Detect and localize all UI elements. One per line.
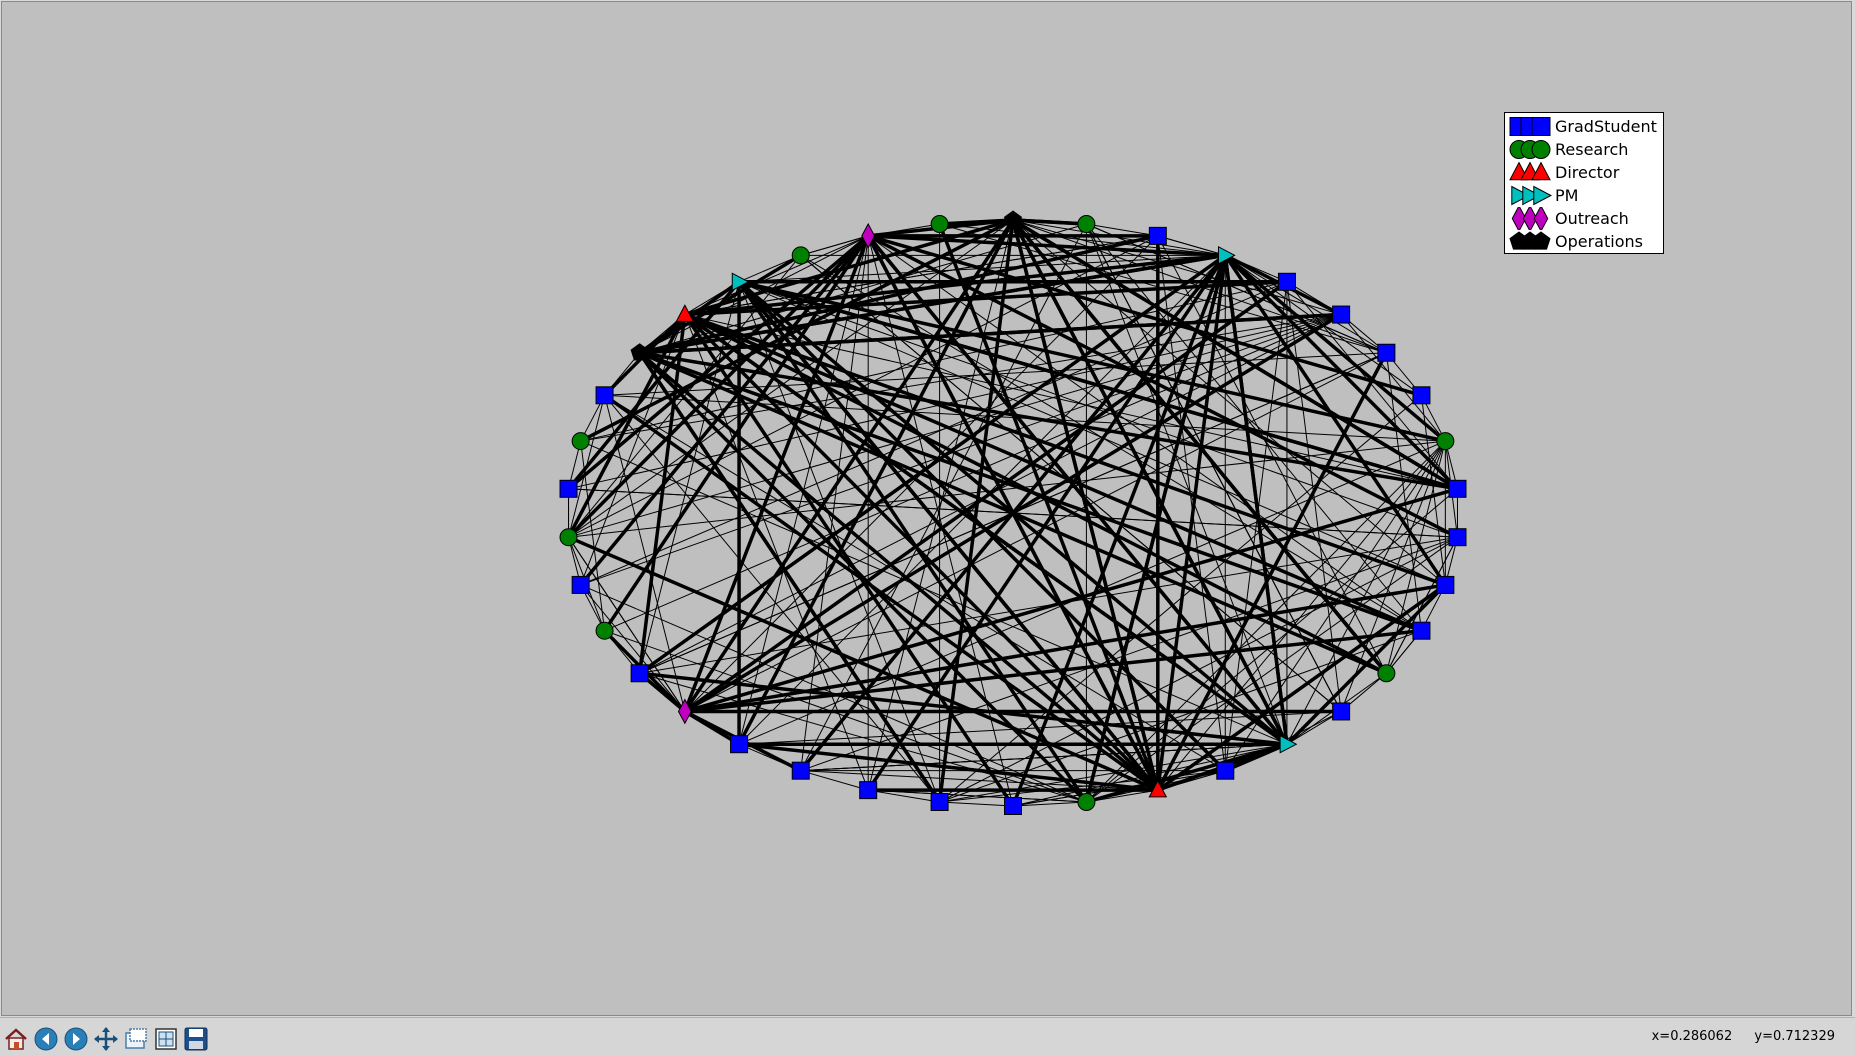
legend-entry-pm: PM: [1505, 184, 1663, 207]
legend-entry-director: Director: [1505, 161, 1663, 184]
node-gradstudent[interactable]: [1148, 226, 1167, 245]
node-gradstudent[interactable]: [1377, 343, 1396, 362]
node-gradstudent[interactable]: [1412, 621, 1431, 640]
legend-entry-research: Research: [1505, 138, 1663, 161]
home-icon: [5, 1028, 27, 1050]
node-research[interactable]: [1377, 664, 1396, 683]
navigation-toolbar: x=0.286062 y=0.712329: [0, 1017, 1855, 1056]
node-gradstudent[interactable]: [791, 761, 810, 780]
zoom-button[interactable]: [123, 1026, 149, 1052]
back-arrow-icon: [34, 1027, 58, 1051]
triangle-right-marker: [1533, 185, 1552, 206]
node-gradstudent[interactable]: [1004, 797, 1022, 815]
node-research[interactable]: [571, 432, 590, 451]
node-research[interactable]: [559, 528, 578, 547]
legend-entry-operations: Operations: [1505, 230, 1663, 253]
node-gradstudent[interactable]: [1448, 528, 1467, 547]
save-button[interactable]: [183, 1026, 209, 1052]
graph-edge: [566, 313, 687, 539]
node-research[interactable]: [1436, 432, 1455, 451]
node-research[interactable]: [1077, 793, 1096, 812]
zoom-rect-icon: [125, 1028, 147, 1049]
node-gradstudent[interactable]: [1436, 575, 1455, 594]
node-gradstudent[interactable]: [1277, 272, 1296, 291]
pentagon-marker-icon: [1509, 231, 1551, 250]
graph-edge: [1223, 254, 1447, 586]
subplots-icon: [155, 1028, 177, 1050]
square-marker: [1531, 117, 1551, 136]
node-gradstudent[interactable]: [730, 735, 749, 754]
circle-marker-icon: [1509, 140, 1551, 159]
node-gradstudent[interactable]: [1332, 305, 1351, 324]
graph-edge: [939, 801, 1014, 807]
node-operations[interactable]: [1003, 210, 1023, 228]
node-gradstudent[interactable]: [930, 793, 949, 812]
node-research[interactable]: [930, 214, 949, 233]
pentagon-marker: [1531, 231, 1551, 250]
back-button[interactable]: [33, 1026, 59, 1052]
y-coordinate-readout: y=0.712329: [1754, 1029, 1835, 1044]
node-gradstudent[interactable]: [571, 575, 590, 594]
node-gradstudent[interactable]: [1216, 761, 1235, 780]
node-research[interactable]: [791, 246, 810, 265]
node-research[interactable]: [595, 621, 614, 640]
node-gradstudent[interactable]: [595, 386, 614, 405]
node-gradstudent[interactable]: [1412, 386, 1431, 405]
node-gradstudent[interactable]: [859, 781, 878, 800]
figure-canvas[interactable]: GradStudent Research Director PM Outreac…: [1, 1, 1852, 1016]
forward-arrow-icon: [64, 1027, 88, 1051]
save-disk-icon: [184, 1027, 208, 1051]
configure-subplots-button[interactable]: [153, 1026, 179, 1052]
diamond-marker: [1533, 207, 1549, 230]
node-gradstudent[interactable]: [559, 479, 578, 498]
legend-label: GradStudent: [1555, 117, 1657, 136]
legend-label: PM: [1555, 186, 1579, 205]
node-research[interactable]: [1077, 214, 1096, 233]
home-button[interactable]: [3, 1026, 29, 1052]
legend-label: Outreach: [1555, 209, 1629, 228]
legend-entry-gradstudent: GradStudent: [1505, 115, 1663, 138]
triangle-marker-icon: [1509, 161, 1551, 181]
legend-label: Director: [1555, 163, 1620, 182]
forward-button[interactable]: [63, 1026, 89, 1052]
legend-label: Operations: [1555, 232, 1643, 251]
cursor-coordinates: x=0.286062 y=0.712329: [1634, 1029, 1835, 1044]
legend-entry-outreach: Outreach: [1505, 207, 1663, 230]
pan-button[interactable]: [93, 1026, 119, 1052]
graph-edge: [1385, 536, 1458, 674]
x-coordinate-readout: x=0.286062: [1651, 1029, 1733, 1044]
edges-layer: [566, 218, 1459, 807]
circle-marker: [1531, 140, 1551, 159]
node-gradstudent[interactable]: [1332, 702, 1351, 721]
graph-edge: [866, 235, 1160, 791]
right-triangle-marker-icon: [1511, 185, 1552, 206]
pan-move-icon: [94, 1027, 118, 1051]
node-gradstudent[interactable]: [1448, 479, 1467, 498]
diamond-marker-icon: [1511, 207, 1549, 230]
legend: GradStudent Research Director PM Outreac…: [1504, 112, 1664, 254]
node-gradstudent[interactable]: [630, 664, 649, 683]
node-operations[interactable]: [630, 343, 649, 361]
legend-label: Research: [1555, 140, 1629, 159]
square-marker-icon: [1509, 117, 1551, 136]
